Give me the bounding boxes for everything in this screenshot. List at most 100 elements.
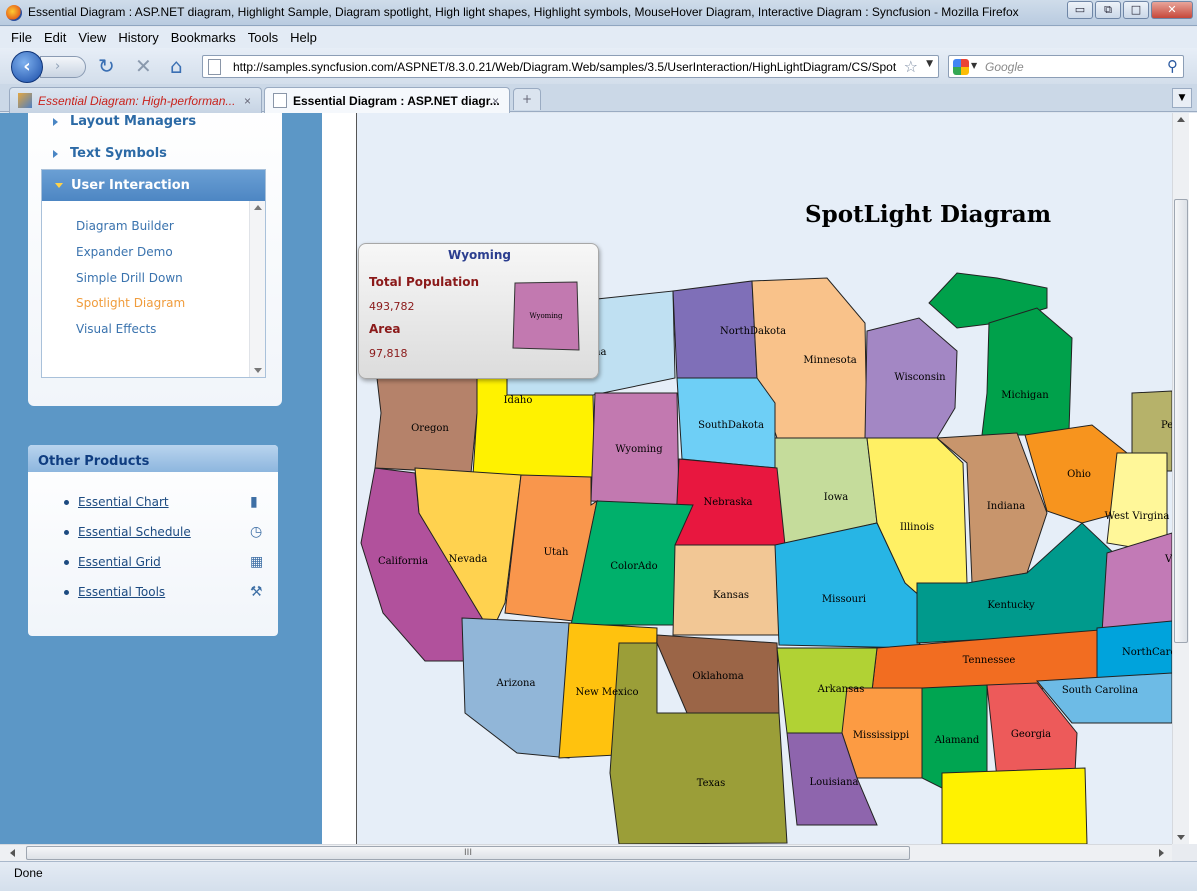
link-diagram-builder[interactable]: Diagram Builder <box>76 219 174 233</box>
scrollbar-corner <box>1172 844 1197 861</box>
tab-essential-diagram-aspnet[interactable]: Essential Diagram : ASP.NET diagr... × <box>264 87 510 114</box>
grid-icon: ▦ <box>250 554 264 570</box>
label-georgia: Georgia <box>1011 729 1051 740</box>
label-utah: Utah <box>544 547 569 558</box>
label-wisconsin: Wisconsin <box>894 372 946 383</box>
horizontal-scrollbar[interactable]: III <box>0 844 1172 861</box>
menu-edit[interactable]: Edit <box>39 27 71 48</box>
search-bar[interactable]: ▼ Google ⚲ <box>948 55 1184 78</box>
forward-button[interactable]: › <box>40 56 86 78</box>
expand-arrow-icon <box>53 150 58 158</box>
minimize-button[interactable]: ▭ <box>1067 1 1093 19</box>
state-michigan[interactable] <box>981 307 1073 436</box>
user-interaction-header[interactable]: User Interaction <box>42 170 265 201</box>
samples-panel: Layout Managers Text Symbols User Intera… <box>28 113 282 406</box>
link-expander-demo[interactable]: Expander Demo <box>76 245 173 259</box>
address-bar[interactable]: http://samples.syncfusion.com/ASPNET/8.3… <box>202 55 939 78</box>
label-ohio: Ohio <box>1067 469 1091 480</box>
wrench-icon: ⚒ <box>250 584 263 600</box>
collapse-arrow-icon <box>55 183 63 188</box>
bullet-icon <box>64 590 69 595</box>
menu-help[interactable]: Help <box>285 27 322 48</box>
page-icon <box>273 93 287 108</box>
label-newmexico: New Mexico <box>575 687 638 698</box>
scroll-down-icon[interactable] <box>1177 835 1185 840</box>
horizontal-scroll-thumb[interactable]: III <box>26 846 910 860</box>
link-spotlight-diagram[interactable]: Spotlight Diagram <box>76 296 185 310</box>
maximize-button[interactable]: □ <box>1123 1 1149 19</box>
population-value: 493,782 <box>369 300 415 313</box>
title-bar: Essential Diagram : ASP.NET diagram, Hig… <box>0 0 1197 26</box>
url-text[interactable]: http://samples.syncfusion.com/ASPNET/8.3… <box>233 60 903 74</box>
product-link[interactable]: Essential Tools <box>78 585 165 599</box>
search-icon[interactable]: ⚲ <box>1167 57 1178 75</box>
link-simple-drill-down[interactable]: Simple Drill Down <box>76 271 183 285</box>
menu-file[interactable]: File <box>6 27 37 48</box>
product-link[interactable]: Essential Schedule <box>78 525 191 539</box>
label-iowa: Iowa <box>824 492 849 503</box>
vertical-scrollbar[interactable] <box>1172 113 1189 844</box>
other-products-title: Other Products <box>28 445 278 472</box>
state-v[interactable] <box>1101 532 1172 634</box>
tab-label: Essential Diagram: High-performan... <box>38 94 236 108</box>
back-button[interactable]: ‹ <box>11 51 43 83</box>
label-michigan: Michigan <box>1001 390 1049 401</box>
label-minnesota: Minnesota <box>803 355 856 366</box>
bar-chart-icon: ▮ <box>250 494 258 510</box>
label-california: California <box>378 556 428 567</box>
link-visual-effects[interactable]: Visual Effects <box>76 322 156 336</box>
scroll-up-icon[interactable] <box>254 205 262 210</box>
new-tab-button[interactable]: + <box>513 88 541 110</box>
product-link[interactable]: Essential Grid <box>78 555 161 569</box>
label-northcarolina: NorthCaro <box>1122 647 1172 658</box>
menu-bookmarks[interactable]: Bookmarks <box>166 27 241 48</box>
scroll-right-icon[interactable] <box>1159 849 1164 857</box>
history-dropdown-icon[interactable]: ▼ <box>926 59 933 69</box>
scroll-down-icon[interactable] <box>254 368 262 373</box>
label-texas: Texas <box>697 778 726 789</box>
menu-tools[interactable]: Tools <box>243 27 283 48</box>
label-kentucky: Kentucky <box>987 600 1035 611</box>
label-pe: Pe <box>1161 420 1172 431</box>
tab-close-icon[interactable]: × <box>244 94 251 108</box>
label-mississippi: Mississippi <box>853 730 909 741</box>
label-nevada: Nevada <box>449 554 488 565</box>
list-all-tabs-icon[interactable]: ▼ <box>1172 88 1192 108</box>
bullet-icon <box>64 530 69 535</box>
scroll-up-icon[interactable] <box>1177 117 1185 122</box>
label-oklahoma: Oklahoma <box>692 671 743 682</box>
close-button[interactable]: ✕ <box>1151 1 1193 19</box>
search-engine-dropdown-icon[interactable]: ▼ <box>971 61 977 70</box>
tab-essential-diagram-high-performance[interactable]: Essential Diagram: High-performan... × <box>9 87 262 113</box>
search-placeholder[interactable]: Google <box>985 60 1024 74</box>
tab-close-icon[interactable]: × <box>492 94 499 108</box>
label-arizona: Arizona <box>496 678 536 689</box>
menu-history[interactable]: History <box>113 27 163 48</box>
reload-icon[interactable]: ↻ <box>98 56 115 76</box>
nav-layout-managers[interactable]: Layout Managers <box>53 114 196 129</box>
state-florida[interactable] <box>941 767 1088 844</box>
list-scrollbar[interactable] <box>249 201 265 377</box>
restore-button[interactable]: ⧉ <box>1095 1 1121 19</box>
page-icon <box>208 59 221 75</box>
google-icon[interactable] <box>953 59 969 75</box>
home-icon[interactable]: ⌂ <box>170 56 183 76</box>
bookmark-star-icon[interactable]: ☆ <box>904 57 918 76</box>
label-kansas: Kansas <box>713 590 749 601</box>
clock-icon: ◷ <box>250 524 263 540</box>
tooltip-state-name: Wyoming <box>447 248 512 262</box>
stop-icon[interactable]: ✕ <box>135 56 152 76</box>
menu-view[interactable]: View <box>73 27 111 48</box>
label-illinois: Illinois <box>900 522 934 533</box>
label-nebraska: Nebraska <box>704 497 753 508</box>
bullet-icon <box>64 560 69 565</box>
other-products-panel: Other Products Essential Chart ▮ Essenti… <box>28 445 278 636</box>
vertical-scroll-thumb[interactable] <box>1174 199 1188 643</box>
label-idaho: Idaho <box>504 395 533 406</box>
diagram-title: SpotLight Diagram <box>805 201 1052 228</box>
expand-arrow-icon <box>53 118 58 126</box>
scroll-left-icon[interactable] <box>10 849 15 857</box>
nav-text-symbols[interactable]: Text Symbols <box>53 146 167 161</box>
product-link[interactable]: Essential Chart <box>78 495 169 509</box>
label-tennessee: Tennessee <box>963 655 1016 666</box>
